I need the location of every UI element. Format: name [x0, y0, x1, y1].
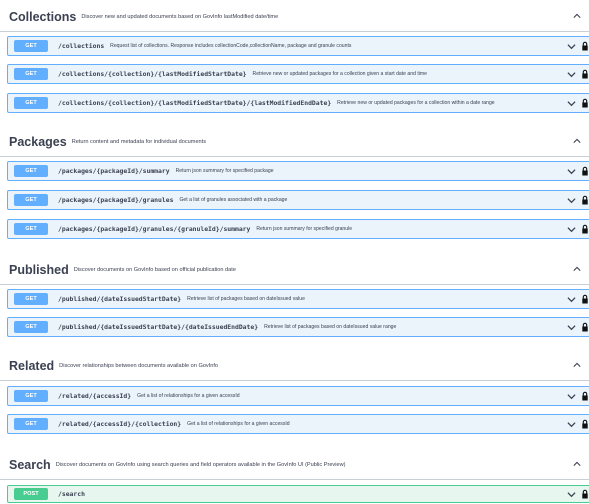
operation-summary: Return json summary for specified granul… [256, 226, 353, 232]
operation-get-collections[interactable]: GET /collections Request list of collect… [7, 36, 589, 56]
operation-path: /related/{accessId}/{collection} [58, 420, 182, 428]
chevron-down-icon[interactable] [567, 490, 576, 499]
lock-icon[interactable] [582, 419, 588, 429]
section-related: Related Discover relationships between d… [0, 351, 589, 381]
lock-icon[interactable] [582, 69, 588, 79]
operation-get-collection-start-date[interactable]: GET /collections/{collection}/{lastModif… [7, 64, 589, 84]
method-badge: GET [14, 97, 48, 109]
section-header-published[interactable]: Published Discover documents on GovInfo … [0, 255, 589, 285]
section-description: Discover documents on GovInfo based on o… [73, 266, 236, 273]
chevron-down-icon[interactable] [567, 42, 576, 51]
section-description: Discover new and updated documents based… [81, 13, 279, 20]
operation-path: /search [58, 490, 85, 498]
chevron-down-icon[interactable] [567, 70, 576, 79]
lock-icon[interactable] [582, 489, 588, 499]
operation-path: /published/{dateIssuedStartDate}/{dateIs… [58, 323, 259, 331]
operation-path: /collections/{collection}/{lastModifiedS… [58, 99, 332, 107]
chevron-up-icon[interactable] [573, 12, 581, 20]
section-header-related[interactable]: Related Discover relationships between d… [0, 351, 589, 381]
lock-icon[interactable] [582, 41, 588, 51]
chevron-down-icon[interactable] [567, 420, 576, 429]
operation-get-published-start-date[interactable]: GET /published/{dateIssuedStartDate} Ret… [7, 289, 589, 309]
operation-summary: Get a list of granules associated with a… [179, 197, 288, 203]
operation-summary: Retrieve list of packages based on dateI… [187, 296, 305, 302]
lock-icon[interactable] [582, 98, 588, 108]
lock-icon[interactable] [582, 195, 588, 205]
section-title: Related [9, 358, 55, 373]
lock-icon[interactable] [582, 322, 588, 332]
operation-path: /related/{accessId} [58, 392, 132, 400]
operation-path: /packages/{packageId}/granules [58, 196, 174, 204]
section-title: Collections [9, 9, 77, 24]
operation-path: /collections/{collection}/{lastModifiedS… [58, 70, 247, 78]
chevron-up-icon[interactable] [573, 460, 581, 468]
method-badge: GET [14, 223, 48, 235]
operation-get-related-collection[interactable]: GET /related/{accessId}/{collection} Get… [7, 414, 589, 434]
chevron-up-icon[interactable] [573, 137, 581, 145]
operation-summary: Retrieve list of packages based on dateI… [264, 324, 397, 330]
method-badge: POST [14, 488, 48, 500]
section-title: Search [9, 457, 51, 472]
method-badge: GET [14, 165, 48, 177]
section-header-packages[interactable]: Packages Return content and metadata for… [0, 127, 589, 157]
operation-path: /packages/{packageId}/granules/{granuleI… [58, 225, 251, 233]
operation-summary: Request list of collections. Response in… [110, 43, 352, 49]
chevron-down-icon[interactable] [567, 99, 576, 108]
section-published: Published Discover documents on GovInfo … [0, 255, 589, 285]
api-docs-page: Collections Discover new and updated doc… [0, 0, 589, 504]
chevron-up-icon[interactable] [573, 361, 581, 369]
chevron-down-icon[interactable] [567, 167, 576, 176]
section-description: Return content and metadata for individu… [71, 138, 207, 145]
operation-path: /published/{dateIssuedStartDate} [58, 295, 182, 303]
chevron-up-icon[interactable] [573, 265, 581, 273]
method-badge: GET [14, 68, 48, 80]
operation-get-collection-date-range[interactable]: GET /collections/{collection}/{lastModif… [7, 93, 589, 113]
section-title: Published [9, 262, 69, 277]
lock-icon[interactable] [582, 294, 588, 304]
chevron-down-icon[interactable] [567, 323, 576, 332]
operation-summary: Get a list of relationships for a given … [187, 421, 290, 427]
operation-summary: Retrieve new or updated packages for a c… [337, 100, 495, 106]
operation-get-package-granules[interactable]: GET /packages/{packageId}/granules Get a… [7, 190, 589, 210]
operation-path: /collections [58, 42, 105, 50]
operation-get-published-date-range[interactable]: GET /published/{dateIssuedStartDate}/{da… [7, 317, 589, 337]
section-packages: Packages Return content and metadata for… [0, 127, 589, 157]
chevron-down-icon[interactable] [567, 295, 576, 304]
chevron-down-icon[interactable] [567, 392, 576, 401]
lock-icon[interactable] [582, 391, 588, 401]
method-badge: GET [14, 390, 48, 402]
operation-summary: Return json summary for specified packag… [175, 168, 274, 174]
operation-get-related[interactable]: GET /related/{accessId} Get a list of re… [7, 386, 589, 406]
method-badge: GET [14, 418, 48, 430]
lock-icon[interactable] [582, 166, 588, 176]
method-badge: GET [14, 40, 48, 52]
operation-get-package-summary[interactable]: GET /packages/{packageId}/summary Return… [7, 161, 589, 181]
operation-summary: Get a list of relationships for a given … [137, 393, 240, 399]
operation-get-granule-summary[interactable]: GET /packages/{packageId}/granules/{gran… [7, 219, 589, 239]
method-badge: GET [14, 321, 48, 333]
method-badge: GET [14, 194, 48, 206]
section-description: Discover relationships between documents… [59, 362, 219, 369]
lock-icon[interactable] [582, 224, 588, 234]
section-header-collections[interactable]: Collections Discover new and updated doc… [0, 2, 589, 32]
section-header-search[interactable]: Search Discover documents on GovInfo usi… [0, 450, 589, 480]
section-search: Search Discover documents on GovInfo usi… [0, 450, 589, 480]
chevron-down-icon[interactable] [567, 225, 576, 234]
operation-post-search[interactable]: POST /search [7, 485, 589, 503]
chevron-down-icon[interactable] [567, 196, 576, 205]
section-title: Packages [9, 134, 67, 149]
section-description: Discover documents on GovInfo using sear… [55, 461, 346, 468]
method-badge: GET [14, 293, 48, 305]
operation-path: /packages/{packageId}/summary [58, 167, 170, 175]
section-collections: Collections Discover new and updated doc… [0, 2, 589, 32]
operation-summary: Retrieve new or updated packages for a c… [252, 71, 427, 77]
